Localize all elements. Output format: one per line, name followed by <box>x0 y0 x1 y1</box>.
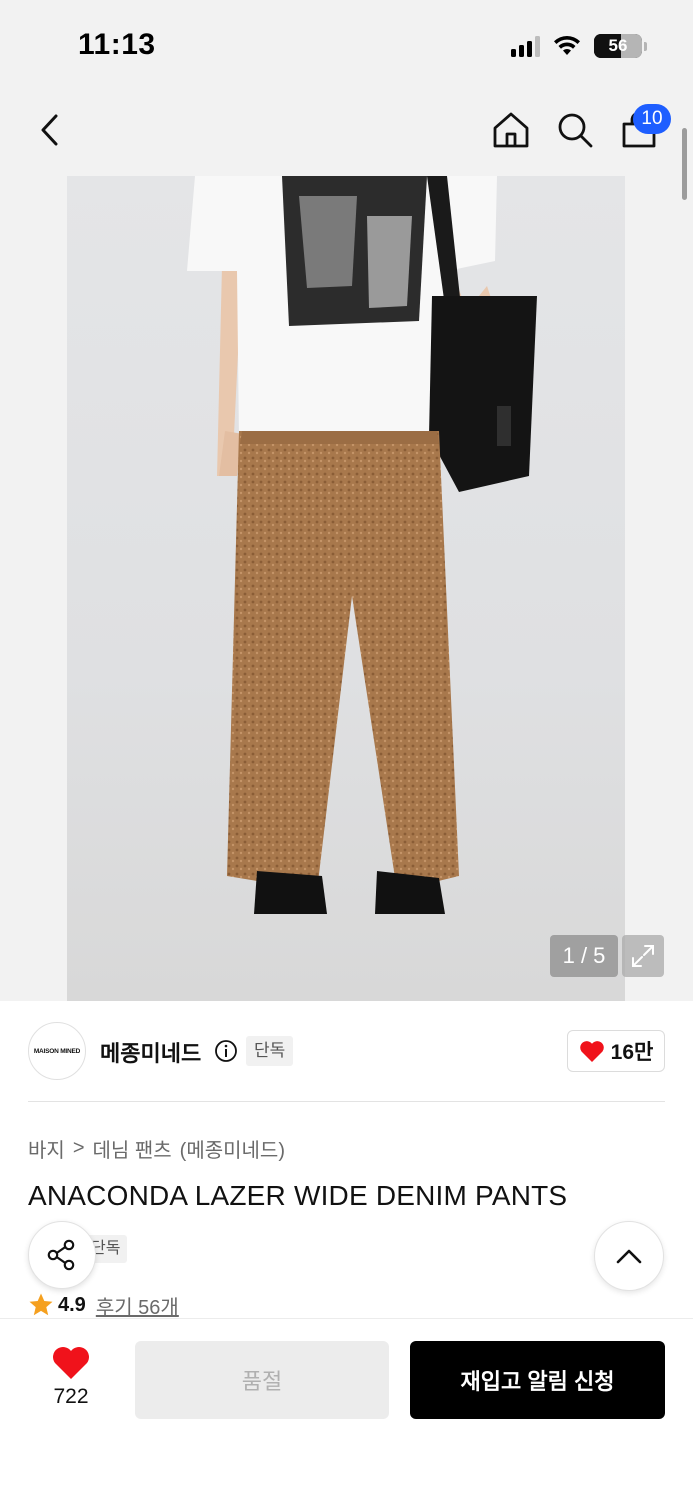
breadcrumb-separator: > <box>72 1137 85 1159</box>
heart-icon <box>53 1347 89 1379</box>
product-image-carousel[interactable] <box>0 176 693 1001</box>
home-icon <box>493 112 529 148</box>
brand-like-count: 16만 <box>610 1041 654 1064</box>
restock-alert-button[interactable]: 재입고 알림 신청 <box>410 1341 665 1419</box>
brand-like-button[interactable]: 16만 <box>567 1030 665 1072</box>
brand-exclusive-tag: 단독 <box>246 1036 294 1066</box>
bottom-action-bar: 722 품절 재입고 알림 신청 <box>0 1318 693 1500</box>
breadcrumb-subcategory[interactable]: 데님 팬츠 <box>93 1134 172 1163</box>
share-icon <box>47 1239 75 1271</box>
home-button[interactable] <box>489 108 533 152</box>
chevron-up-icon <box>616 1249 642 1264</box>
chevron-left-icon <box>41 114 58 146</box>
battery-icon: 56 <box>594 34 642 58</box>
brand-row: MAISON MINED 메종미네드 단독 16만 <box>28 1022 665 1080</box>
search-button[interactable] <box>553 108 597 152</box>
scroll-to-top-button[interactable] <box>594 1221 664 1291</box>
scroll-indicator <box>682 128 687 200</box>
wifi-icon <box>554 35 580 55</box>
brand-logo[interactable]: MAISON MINED <box>28 1022 86 1080</box>
brand-name[interactable]: 메종미네드 <box>100 1036 201 1068</box>
top-nav <box>0 92 693 176</box>
review-link[interactable]: 후기 56개 <box>96 1291 179 1320</box>
breadcrumb: 바지 > 데님 팬츠 (메종미네드) <box>28 1134 285 1163</box>
heart-icon <box>579 1040 604 1062</box>
soldout-button[interactable]: 품절 <box>135 1341 389 1419</box>
breadcrumb-brand[interactable]: (메종미네드) <box>180 1134 285 1163</box>
rating-value: 4.9 <box>58 1293 86 1316</box>
divider <box>28 1101 665 1102</box>
breadcrumb-category[interactable]: 바지 <box>28 1134 65 1163</box>
info-icon[interactable] <box>214 1039 238 1063</box>
expand-image-button[interactable] <box>622 935 664 977</box>
status-icons: 56 <box>511 32 647 60</box>
back-button[interactable] <box>28 108 72 152</box>
cart-count-badge: 10 <box>633 104 671 134</box>
image-counter: 1 / 5 <box>550 935 618 977</box>
battery-percent: 56 <box>608 36 628 55</box>
wishlist-button[interactable]: 722 <box>36 1345 106 1415</box>
wishlist-count: 722 <box>53 1385 89 1408</box>
status-time: 11:13 <box>78 28 156 61</box>
star-icon <box>29 1293 53 1316</box>
rating-row: 4.9 후기 56개 <box>28 1290 179 1320</box>
product-title: ANACONDA LAZER WIDE DENIM PANTS <box>28 1180 568 1211</box>
product-photo <box>67 176 625 1001</box>
share-button[interactable] <box>28 1221 96 1289</box>
search-icon <box>558 113 593 148</box>
status-bar: 11:13 56 <box>0 0 693 92</box>
cellular-signal-icon <box>511 35 540 57</box>
expand-icon <box>632 945 654 967</box>
